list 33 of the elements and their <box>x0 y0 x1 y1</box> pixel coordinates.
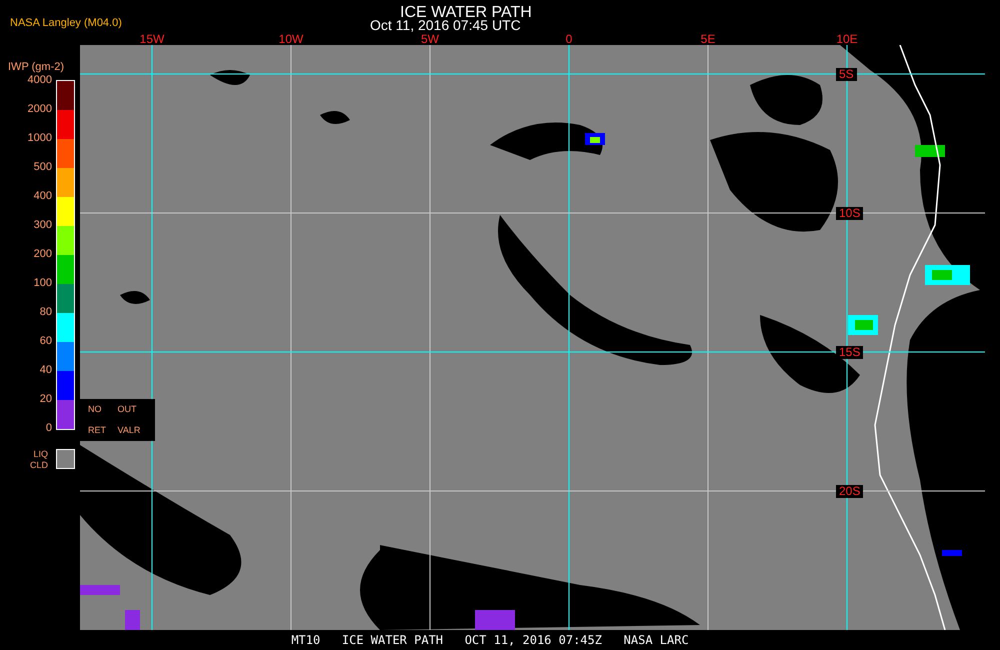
scale-tick-label: 400 <box>34 190 52 202</box>
scale-tick-label: 500 <box>34 161 52 173</box>
no-retrieval-label: RET <box>88 424 107 437</box>
longitude-label: 10W <box>278 34 304 45</box>
longitude-label: 15W <box>140 34 164 45</box>
latitude-label: 15S <box>836 346 864 359</box>
scale-tick-label: 300 <box>34 219 52 231</box>
longitude-label: 0 <box>566 34 572 45</box>
liquid-cloud-label: LIQ <box>34 449 48 460</box>
no-retrieval-label: NO <box>88 402 102 416</box>
scale-tick-label: 20 <box>40 393 52 405</box>
liquid-cloud-label: CLD <box>30 460 48 471</box>
legend-unit: IWP (gm-2) <box>8 60 64 75</box>
scale-tick-label: 60 <box>40 335 52 347</box>
latitude-label: 20S <box>836 485 864 498</box>
scale-tick-label: 40 <box>40 364 52 376</box>
no-retrieval-label: OUT <box>118 402 138 416</box>
scale-tick-label: 80 <box>40 306 52 318</box>
scale-tick-label: 200 <box>34 248 52 260</box>
longitude-label: 5W <box>421 34 439 45</box>
scale-tick-label: 1000 <box>28 132 52 144</box>
no-retrieval-label: VALR <box>118 424 142 437</box>
longitude-label: 5E <box>700 34 716 45</box>
longitude-label: 10E <box>836 34 858 45</box>
scale-tick-label: 0 <box>46 422 52 434</box>
liquid-cloud-swatch <box>56 449 75 469</box>
source-label: NASA Langley (M04.0) <box>10 16 122 31</box>
scale-tick-label: 2000 <box>28 103 52 115</box>
footer-caption: MT10 ICE WATER PATH OCT 11, 2016 07:45Z NASA LARC <box>291 632 689 649</box>
latitude-label: 10S <box>836 207 864 220</box>
scale-tick-label: 100 <box>34 277 52 289</box>
scale-tick-label: 4000 <box>28 74 52 86</box>
latitude-label: 5S <box>836 68 857 81</box>
